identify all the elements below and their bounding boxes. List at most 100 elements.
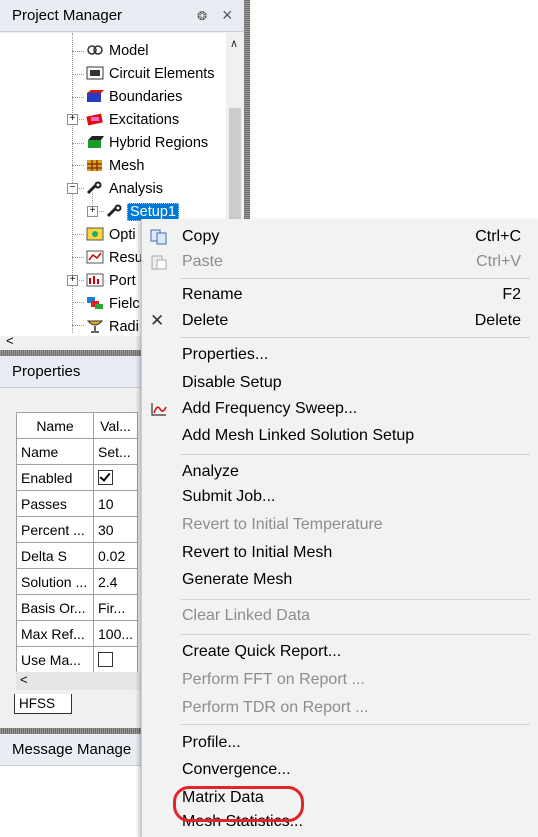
prop-name: Use Ma... — [16, 646, 94, 673]
table-row[interactable]: Name Set... — [16, 438, 139, 465]
menu-item-label: Perform FFT on Report ... — [182, 671, 365, 688]
prop-value[interactable] — [92, 646, 139, 673]
expander-port[interactable]: + — [67, 275, 78, 286]
expander-excitations[interactable]: + — [67, 114, 78, 125]
menu-item-shortcut: Ctrl+V — [476, 253, 521, 270]
menu-separator — [180, 454, 530, 455]
table-row[interactable]: Basis Or... Fir... — [16, 594, 139, 621]
menu-item-create-quick-report[interactable]: Create Quick Report... — [142, 639, 538, 665]
hybrid-regions-icon — [88, 136, 104, 148]
menu-item-analyze[interactable]: Analyze — [142, 459, 538, 485]
tree-item-port[interactable]: Port — [86, 270, 138, 292]
table-row[interactable]: Delta S 0.02 — [16, 542, 139, 569]
excitations-icon — [86, 113, 103, 126]
menu-item-add-mesh-linked-solution-setup[interactable]: Add Mesh Linked Solution Setup — [142, 423, 538, 449]
prop-name: Max Ref... — [16, 620, 94, 647]
menu-item-convergence[interactable]: Convergence... — [142, 757, 538, 783]
menu-item-label: Profile... — [182, 734, 241, 751]
menu-item-perform-fft[interactable]: Perform FFT on Report ... — [142, 667, 538, 693]
table-row[interactable]: Passes 10 — [16, 490, 139, 517]
tree-item-field-overlays[interactable]: Fielc — [86, 293, 142, 315]
message-manager-titlebar: Message Manage — [0, 734, 141, 766]
tree-item-label: Mesh — [109, 158, 145, 174]
scroll-left-icon[interactable]: < — [20, 672, 28, 687]
table-row[interactable]: Enabled — [16, 464, 139, 491]
menu-item-label: Copy — [182, 228, 220, 245]
table-row[interactable]: Percent ... 30 — [16, 516, 139, 543]
menu-item-submit-job[interactable]: Submit Job... — [142, 484, 538, 510]
prop-value[interactable]: 100... — [92, 620, 139, 647]
tree-item-radiation[interactable]: Radi — [86, 316, 141, 336]
radiation-icon — [86, 320, 104, 333]
tree-item-results[interactable]: Resu — [86, 247, 145, 269]
pin-icon[interactable]: ❂ — [197, 0, 207, 32]
menu-item-copy[interactable]: Copy Ctrl+C — [142, 224, 538, 250]
properties-horizontal-scrollbar[interactable]: < — [16, 672, 141, 690]
tree-item-optimetrics[interactable]: Opti — [86, 224, 138, 246]
tree-item-model[interactable]: Model — [86, 40, 151, 62]
menu-item-disable-setup[interactable]: Disable Setup — [142, 370, 538, 396]
close-icon[interactable]: × — [222, 0, 233, 31]
menu-item-delete[interactable]: ✕ Delete Delete — [142, 308, 538, 334]
tree-item-analysis[interactable]: Analysis — [86, 178, 165, 200]
tree-item-label: Fielc — [109, 296, 140, 312]
menu-item-label: Disable Setup — [182, 374, 282, 391]
tree-item-circuit-elements[interactable]: Circuit Elements — [86, 63, 217, 85]
table-row[interactable]: Use Ma... — [16, 646, 139, 673]
menu-item-label: Submit Job... — [182, 488, 276, 505]
menu-item-paste[interactable]: Paste Ctrl+V — [142, 249, 538, 275]
tree-item-mesh[interactable]: Mesh — [86, 155, 146, 177]
tree-item-boundaries[interactable]: Boundaries — [86, 86, 184, 108]
field-overlays-icon — [87, 297, 103, 309]
tree-item-label: Boundaries — [109, 89, 183, 105]
prop-name: Name — [16, 438, 94, 465]
prop-value[interactable] — [92, 464, 139, 491]
project-manager-title: Project Manager — [12, 7, 123, 24]
menu-item-rename[interactable]: Rename F2 — [142, 282, 538, 308]
prop-value[interactable]: 10 — [92, 490, 139, 517]
expander-analysis[interactable]: − — [67, 183, 78, 194]
tree-item-hybrid-regions[interactable]: Hybrid Regions — [86, 132, 210, 154]
column-header-name[interactable]: Name — [16, 412, 94, 439]
menu-item-label: Rename — [182, 286, 243, 303]
menu-item-generate-mesh[interactable]: Generate Mesh — [142, 567, 538, 593]
menu-item-clear-linked-data[interactable]: Clear Linked Data — [142, 603, 538, 629]
menu-item-revert-initial-temperature[interactable]: Revert to Initial Temperature — [142, 512, 538, 538]
menu-item-profile[interactable]: Profile... — [142, 730, 538, 756]
menu-item-label: Paste — [182, 253, 223, 270]
tree-item-excitations[interactable]: Excitations — [86, 109, 181, 131]
menu-item-add-frequency-sweep[interactable]: Add Frequency Sweep... — [142, 396, 538, 422]
tab-hfss[interactable]: HFSS — [14, 694, 72, 714]
prop-value[interactable]: 0.02 — [92, 542, 139, 569]
prop-value[interactable]: 2.4 — [92, 568, 139, 595]
menu-item-label: Revert to Initial Mesh — [182, 544, 333, 561]
column-header-value[interactable]: Val... — [92, 412, 139, 439]
scroll-up-icon[interactable]: ∧ — [230, 37, 238, 50]
prop-value[interactable]: Fir... — [92, 594, 139, 621]
copy-icon — [150, 229, 167, 245]
scroll-left-icon[interactable]: < — [6, 333, 14, 348]
enabled-checkbox[interactable] — [98, 469, 113, 485]
prop-value[interactable]: 30 — [92, 516, 139, 543]
menu-item-revert-initial-mesh[interactable]: Revert to Initial Mesh — [142, 540, 538, 566]
expander-setup1[interactable]: + — [87, 206, 98, 217]
results-icon — [86, 250, 104, 264]
table-row[interactable]: Max Ref... 100... — [16, 620, 139, 647]
project-manager-titlebar: Project Manager ❂ × — [0, 0, 244, 32]
use-max-checkbox[interactable] — [98, 651, 113, 667]
prop-value[interactable]: Set... — [92, 438, 139, 465]
menu-item-shortcut: F2 — [502, 286, 521, 303]
prop-name: Enabled — [16, 464, 94, 491]
tree-item-label: Circuit Elements — [109, 66, 215, 82]
menu-item-label: Add Frequency Sweep... — [182, 400, 358, 417]
menu-item-label: Revert to Initial Temperature — [182, 516, 383, 533]
delete-icon: ✕ — [150, 311, 165, 330]
menu-separator — [180, 599, 530, 600]
menu-item-perform-tdr[interactable]: Perform TDR on Report ... — [142, 695, 538, 721]
table-row[interactable]: Solution ... 2.4 — [16, 568, 139, 595]
menu-item-label: Properties... — [182, 346, 269, 363]
tree-item-label: Hybrid Regions — [109, 135, 209, 151]
menu-item-properties[interactable]: Properties... — [142, 342, 538, 368]
boundaries-icon — [87, 90, 104, 102]
paste-icon — [151, 255, 167, 270]
